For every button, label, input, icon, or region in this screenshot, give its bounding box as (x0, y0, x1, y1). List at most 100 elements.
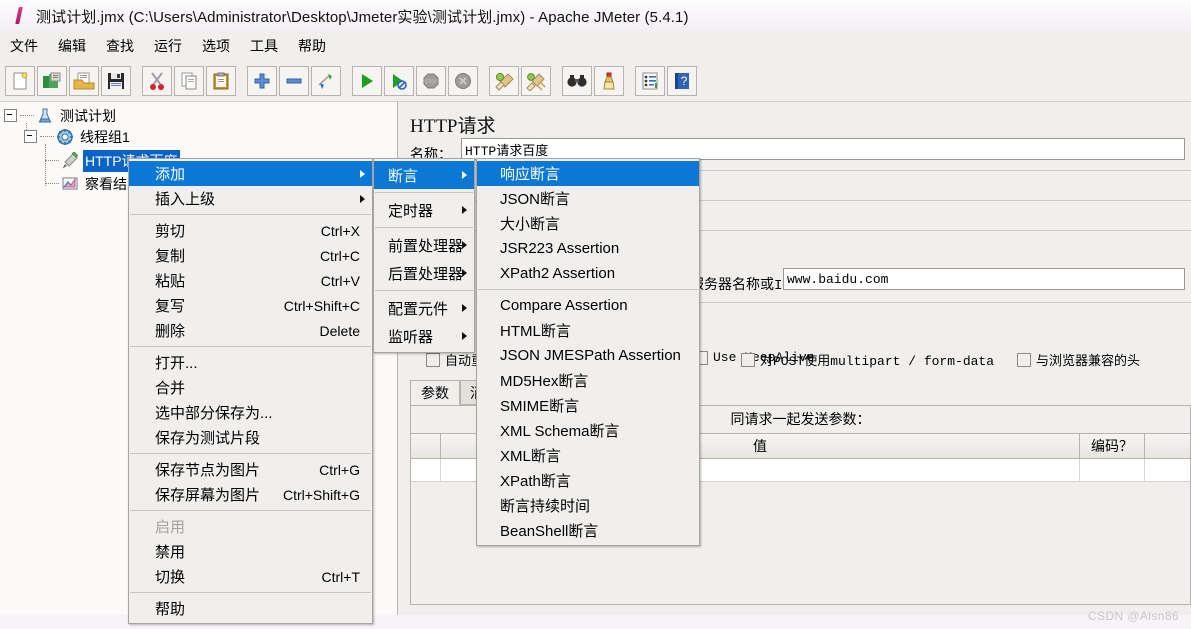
ctx-add[interactable]: 添加 (129, 161, 372, 186)
cell-extra[interactable] (1145, 459, 1190, 481)
save-button[interactable] (101, 65, 131, 96)
ctx-save-screen-as-image[interactable]: 保存屏幕为图片 Ctrl+Shift+G (129, 482, 372, 507)
menu-item-label: JSR223 Assertion (500, 240, 620, 257)
assertion-smime[interactable]: SMIME断言 (477, 393, 699, 418)
assertion-json-jmespath[interactable]: JSON JMESPath Assertion (477, 343, 699, 368)
assertion-duration[interactable]: 断言持续时间 (477, 493, 699, 518)
menu-options[interactable]: 选项 (193, 33, 239, 59)
add-post-processors[interactable]: 后置处理器 (374, 259, 474, 287)
watermark: CSDN @Alsn86 (1087, 609, 1179, 623)
add-listener[interactable]: 监听器 (374, 322, 474, 350)
shutdown-button[interactable] (448, 65, 478, 96)
assertion-json[interactable]: JSON断言 (477, 186, 699, 211)
tab-parameters[interactable]: 参数 (410, 380, 460, 405)
column-header-extra[interactable] (1145, 434, 1190, 458)
menu-separator (478, 289, 698, 290)
menu-item-label: Compare Assertion (500, 297, 628, 314)
assertion-xpath[interactable]: XPath断言 (477, 468, 699, 493)
open-button[interactable] (69, 65, 99, 96)
add-timer[interactable]: 定时器 (374, 196, 474, 224)
assertion-beanshell[interactable]: BeanShell断言 (477, 518, 699, 543)
menu-file[interactable]: 文件 (1, 33, 47, 59)
add-pre-processors[interactable]: 前置处理器 (374, 231, 474, 259)
ctx-merge[interactable]: 合并 (129, 375, 372, 400)
ctx-cut[interactable]: 剪切 Ctrl+X (129, 218, 372, 243)
checkbox-browser-compatible-headers[interactable]: 与浏览器兼容的头 (1017, 350, 1140, 369)
toggle-button[interactable] (311, 65, 341, 96)
cell-encode[interactable] (1080, 459, 1145, 481)
ctx-save-node-as-image[interactable]: 保存节点为图片 Ctrl+G (129, 457, 372, 482)
ctx-save-as-test-fragment[interactable]: 保存为测试片段 (129, 425, 372, 450)
menu-edit[interactable]: 编辑 (49, 33, 95, 59)
copy-button[interactable] (174, 65, 204, 96)
checkbox-label: 与浏览器兼容的头 (1036, 354, 1141, 369)
add-submenu[interactable]: 断言 定时器 前置处理器 后置处理器 配置元件 监听器 (373, 158, 475, 353)
menu-help[interactable]: 帮助 (289, 33, 335, 59)
stop-button[interactable]: STOP (416, 65, 446, 96)
chevron-right-icon (462, 241, 467, 249)
start-no-pauses-button[interactable] (384, 65, 414, 96)
assertion-jsr223[interactable]: JSR223 Assertion (477, 236, 699, 261)
search-button[interactable] (562, 65, 592, 96)
start-button[interactable] (352, 65, 382, 96)
paste-button[interactable] (206, 65, 236, 96)
column-header-select[interactable] (411, 434, 441, 458)
cell-select[interactable] (411, 459, 441, 481)
assertion-md5hex[interactable]: MD5Hex断言 (477, 368, 699, 393)
ctx-disable[interactable]: 禁用 (129, 539, 372, 564)
ctx-save-selection-as[interactable]: 选中部分保存为... (129, 400, 372, 425)
menu-search[interactable]: 查找 (97, 33, 143, 59)
clear-all-button[interactable] (521, 65, 551, 96)
menu-tools[interactable]: 工具 (241, 33, 287, 59)
ctx-insert-parent[interactable]: 插入上级 (129, 186, 372, 211)
ctx-duplicate[interactable]: 复写 Ctrl+Shift+C (129, 293, 372, 318)
checkbox-box-icon[interactable] (1017, 352, 1031, 367)
expand-collapse-icon[interactable] (4, 109, 17, 122)
checkbox-multipart-form-data[interactable]: 对POST使用multipart / form-data (741, 350, 994, 369)
menu-run[interactable]: 运行 (145, 33, 191, 59)
menu-item-label: 帮助 (155, 601, 186, 618)
collapse-all-button[interactable] (279, 65, 309, 96)
menu-item-label: 剪切 (155, 223, 186, 240)
ctx-help[interactable]: 帮助 (129, 596, 372, 621)
add-config-element[interactable]: 配置元件 (374, 294, 474, 322)
ctx-paste[interactable]: 粘贴 Ctrl+V (129, 268, 372, 293)
add-assertions[interactable]: 断言 (374, 161, 474, 189)
ctx-open[interactable]: 打开... (129, 350, 372, 375)
tree-node-test-plan[interactable]: 测试计划 (4, 105, 118, 126)
expand-all-button[interactable] (247, 65, 277, 96)
name-input[interactable]: HTTP请求百度 (461, 138, 1185, 160)
tree-node-thread-group[interactable]: 线程组1 (24, 126, 132, 147)
assertion-compare[interactable]: Compare Assertion (477, 293, 699, 318)
new-test-plan-button[interactable] (5, 65, 35, 96)
assertion-xml-schema[interactable]: XML Schema断言 (477, 418, 699, 443)
menu-item-label: MD5Hex断言 (500, 373, 589, 390)
assertion-submenu[interactable]: 响应断言 JSON断言 大小断言 JSR223 Assertion XPath2… (476, 158, 700, 546)
menu-item-label: 复写 (155, 298, 186, 315)
function-helper-button[interactable] (635, 65, 665, 96)
tree-context-menu[interactable]: 添加 插入上级 剪切 Ctrl+X 复制 Ctrl+C 粘贴 Ctrl+V 复写… (128, 158, 373, 624)
cut-button[interactable] (142, 65, 172, 96)
ctx-copy[interactable]: 复制 Ctrl+C (129, 243, 372, 268)
column-header-encode[interactable]: 编码？ (1080, 434, 1145, 458)
ctx-toggle[interactable]: 切换 Ctrl+T (129, 564, 372, 589)
checkbox-box-icon[interactable] (741, 352, 755, 367)
clear-button[interactable] (489, 65, 519, 96)
assertion-size[interactable]: 大小断言 (477, 211, 699, 236)
assertion-xpath2[interactable]: XPath2 Assertion (477, 261, 699, 286)
menu-item-accel: Ctrl+C (319, 247, 360, 264)
ctx-delete[interactable]: 删除 Delete (129, 318, 372, 343)
http-request-icon (61, 150, 79, 170)
expand-collapse-icon[interactable] (24, 130, 37, 143)
assertion-xml[interactable]: XML断言 (477, 443, 699, 468)
menu-item-accel: Delete (319, 322, 360, 339)
checkbox-box-icon[interactable] (426, 352, 440, 367)
assertion-response[interactable]: 响应断言 (477, 161, 699, 186)
templates-button[interactable] (37, 65, 67, 96)
help-button[interactable]: ? (667, 65, 697, 96)
assertion-html[interactable]: HTML断言 (477, 318, 699, 343)
server-input[interactable]: www.baidu.com (783, 268, 1185, 290)
reset-search-button[interactable] (594, 65, 624, 96)
menu-item-label: 启用 (155, 519, 186, 536)
toolbar-separator-6 (625, 66, 634, 96)
